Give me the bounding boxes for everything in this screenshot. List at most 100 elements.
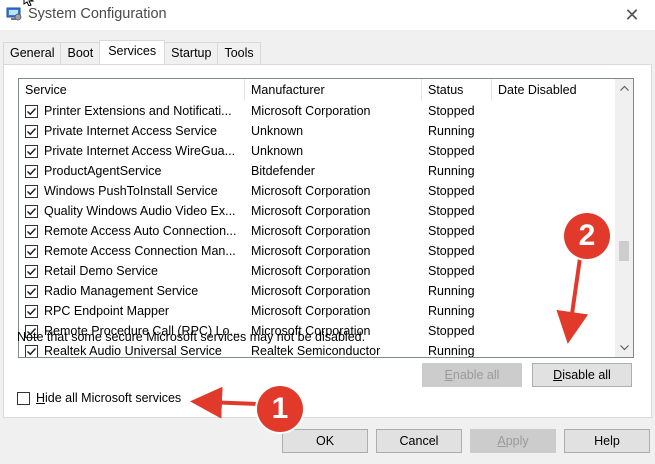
service-checkbox[interactable] [25,204,38,218]
status-cell: Running [428,304,475,318]
table-row[interactable]: Retail Demo Service Microsoft Corporation… [19,261,613,281]
status-cell: Stopped [428,144,475,158]
tab-boot[interactable]: Boot [60,42,101,64]
title-bar: System Configuration ✕ [0,0,655,30]
service-checkbox[interactable] [25,284,38,298]
close-icon: ✕ [624,4,640,25]
hide-microsoft-label: ide all Microsoft services [45,391,182,405]
column-header-service[interactable]: Service [19,79,245,101]
service-name: Printer Extensions and Notificati... [44,104,232,118]
table-row[interactable]: Printer Extensions and Notificati... Micr… [19,101,613,121]
table-row[interactable]: Radio Management Service Microsoft Corpor… [19,281,613,301]
manufacturer-cell: Microsoft Corporation [251,104,371,118]
checkmark-icon [26,187,37,195]
vertical-scrollbar[interactable] [615,79,633,357]
service-checkbox[interactable] [25,104,38,118]
service-checkbox[interactable] [25,344,38,357]
service-checkbox[interactable] [25,224,38,238]
hide-microsoft-services-option[interactable]: Hide all Microsoft services [17,391,181,405]
services-list[interactable]: Service Manufacturer Status Date Disable… [18,78,634,358]
tab-strip: General Boot Services Startup Tools [3,40,261,64]
scroll-up-button[interactable] [615,79,633,97]
service-cell: Retail Demo Service [19,264,245,278]
manufacturer-cell: Bitdefender [251,164,315,178]
service-name: Realtek Audio Universal Service [44,344,222,358]
manufacturer-cell: Microsoft Corporation [251,224,371,238]
secure-services-note: Note that some secure Microsoft services… [17,330,366,344]
close-button[interactable]: ✕ [609,0,655,30]
service-cell: Remote Access Auto Connection... [19,224,245,238]
checkmark-icon [26,107,37,115]
table-row[interactable]: Windows PushToInstall Service Microsoft C… [19,181,613,201]
service-name: Private Internet Access WireGua... [44,144,236,158]
checkmark-icon [26,247,37,255]
status-cell: Stopped [428,264,475,278]
service-cell: Windows PushToInstall Service [19,184,245,198]
checkmark-icon [26,147,37,155]
services-rows: Printer Extensions and Notificati... Micr… [19,101,613,358]
status-cell: Stopped [428,324,475,338]
table-row[interactable]: Private Internet Access Service Unknown Ru… [19,121,613,141]
service-checkbox[interactable] [25,164,38,178]
ok-button[interactable]: OK [282,429,368,453]
cancel-button[interactable]: Cancel [376,429,462,453]
chevron-down-icon [619,345,629,351]
manufacturer-cell: Microsoft Corporation [251,184,371,198]
manufacturer-cell: Microsoft Corporation [251,244,371,258]
service-cell: Quality Windows Audio Video Ex... [19,204,245,218]
apply-button[interactable]: Apply [470,429,556,453]
status-cell: Running [428,344,475,358]
status-cell: Stopped [428,184,475,198]
service-checkbox[interactable] [25,184,38,198]
service-cell: Printer Extensions and Notificati... [19,104,245,118]
manufacturer-cell: Unknown [251,124,304,138]
status-cell: Stopped [428,104,475,118]
service-checkbox[interactable] [25,124,38,138]
service-checkbox[interactable] [25,304,38,318]
table-row[interactable]: Private Internet Access WireGua... Unknow… [19,141,613,161]
service-cell: Remote Access Connection Man... [19,244,245,258]
disable-all-label: isable all [562,368,611,382]
column-header-date-disabled[interactable]: Date Disabled [492,79,613,101]
checkmark-icon [26,227,37,235]
disable-all-button[interactable]: Disable all [532,363,632,387]
table-row[interactable]: RPC Endpoint Mapper Microsoft Corporation… [19,301,613,321]
table-row[interactable]: Remote Access Auto Connection... Microsof… [19,221,613,241]
chevron-up-icon [619,85,629,91]
hide-microsoft-accel: H [36,391,46,405]
hide-microsoft-services-checkbox[interactable] [17,391,30,405]
service-checkbox[interactable] [25,244,38,258]
service-cell: Private Internet Access WireGua... [19,144,245,158]
tab-general[interactable]: General [3,42,62,64]
help-button[interactable]: Help [564,429,650,453]
service-cell: RPC Endpoint Mapper [19,304,245,318]
apply-label: pply [505,434,529,448]
disable-all-accel: D [553,368,563,382]
table-row[interactable]: Remote Access Connection Man... Microsoft… [19,241,613,261]
tab-startup[interactable]: Startup [164,42,219,64]
service-cell: Private Internet Access Service [19,124,245,138]
checkmark-icon [26,307,37,315]
status-cell: Running [428,284,475,298]
service-checkbox[interactable] [25,144,38,158]
table-row[interactable]: ProductAgentService Bitdefender Running [19,161,613,181]
column-header-manufacturer[interactable]: Manufacturer [245,79,422,101]
tab-tools[interactable]: Tools [217,42,261,64]
checkmark-icon [26,287,37,295]
service-name: ProductAgentService [44,164,162,178]
service-name: Quality Windows Audio Video Ex... [44,204,236,218]
status-cell: Stopped [428,204,475,218]
service-checkbox[interactable] [25,264,38,278]
table-row[interactable]: Quality Windows Audio Video Ex... Microso… [19,201,613,221]
service-name: Remote Access Auto Connection... [44,224,237,238]
tab-services[interactable]: Services [99,40,166,64]
enable-all-button[interactable]: Enable all [422,363,522,387]
service-cell: Radio Management Service [19,284,245,298]
column-header-status[interactable]: Status [422,79,492,101]
checkmark-icon [26,347,37,355]
checkmark-icon [26,167,37,175]
system-configuration-icon [6,7,22,21]
scroll-down-button[interactable] [615,339,633,357]
checkmark-icon [26,267,37,275]
scrollbar-thumb[interactable] [619,241,629,261]
